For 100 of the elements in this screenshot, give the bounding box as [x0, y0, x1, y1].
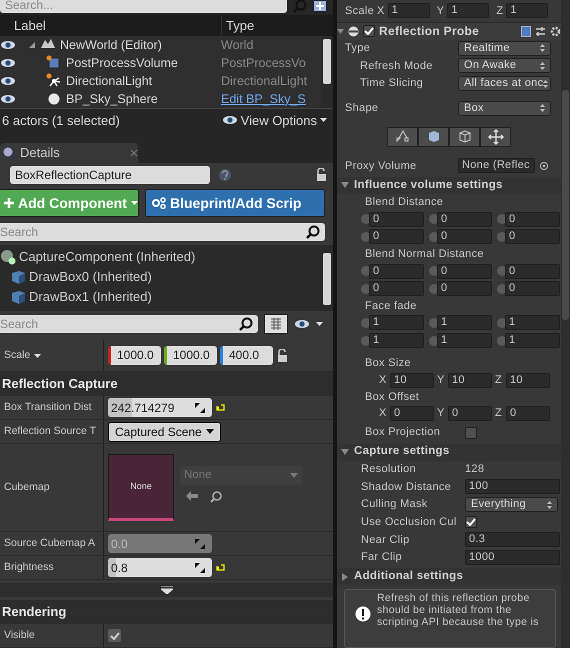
actor-label[interactable]: BP_Sky_Sphere	[66, 90, 158, 109]
collapse-arrow-icon[interactable]	[341, 448, 349, 456]
number-field[interactable]: 1	[505, 333, 560, 348]
sphere-icon	[0, 249, 16, 265]
edit-link[interactable]: Edit BP_Sky_S	[221, 92, 306, 106]
visibility-icon[interactable]	[0, 75, 16, 88]
number-field[interactable]: 1	[369, 333, 424, 348]
check-icon	[364, 27, 374, 36]
number-field[interactable]: 0	[369, 281, 424, 296]
source-dropdown[interactable]: Captured Scene	[108, 422, 221, 442]
number-field[interactable]: 0	[437, 281, 492, 296]
column-header[interactable]: Label	[14, 16, 46, 36]
number-field[interactable]: 0	[369, 212, 424, 227]
edit-cube-button[interactable]	[449, 127, 480, 148]
number-field[interactable]: 242.714279	[108, 398, 212, 417]
dropdown[interactable]: Realtime	[458, 40, 551, 56]
add-icon[interactable]	[313, 1, 327, 13]
settings-icon[interactable]	[550, 26, 561, 37]
column-header[interactable]: Type	[226, 18, 254, 33]
visibility-icon[interactable]	[0, 39, 16, 52]
eye-icon[interactable]	[294, 318, 310, 330]
grid-view-icon[interactable]	[264, 314, 288, 334]
back-arrow-icon[interactable]	[186, 491, 198, 501]
scrollbar-thumb[interactable]	[562, 90, 569, 320]
actor-label[interactable]: NewWorld (Editor)	[60, 36, 162, 55]
component-item[interactable]: DrawBox0 (Inherited)	[0, 267, 321, 287]
caret-icon	[130, 201, 138, 205]
number-field[interactable]: 1	[505, 315, 560, 330]
dropdown[interactable]: Box	[458, 100, 551, 116]
component-item[interactable]: CaptureComponent (Inherited)	[0, 247, 321, 267]
plus-icon	[4, 198, 14, 208]
number-field[interactable]: 1	[437, 333, 492, 348]
number-field[interactable]: 0	[369, 264, 424, 278]
number-field[interactable]: 0	[505, 264, 560, 278]
dropdown[interactable]: All faces at onc	[458, 76, 551, 92]
enable-checkbox[interactable]	[363, 25, 375, 38]
eye-icon	[222, 114, 238, 126]
visibility-icon[interactable]	[0, 93, 16, 106]
number-field[interactable]: 1	[437, 315, 492, 330]
close-icon[interactable]	[130, 149, 138, 158]
number-field[interactable]: 0	[505, 281, 560, 296]
blueprint-button[interactable]: Blueprint/Add Scrip	[145, 189, 325, 217]
number-field[interactable]: 0	[437, 212, 492, 227]
details-tab[interactable]: Details	[0, 143, 138, 163]
scale-field[interactable]: 1000.0	[108, 346, 161, 365]
lock-icon[interactable]	[315, 168, 327, 182]
number-field[interactable]: 100	[465, 479, 560, 494]
help-icon[interactable]	[218, 168, 232, 182]
checkbox[interactable]	[465, 426, 477, 439]
edit-bounds-button[interactable]	[387, 127, 418, 148]
number-field[interactable]: 10	[390, 372, 434, 388]
number-field[interactable]: 1000	[465, 550, 560, 565]
number-field[interactable]: 0	[437, 229, 492, 244]
number-field[interactable]: 1	[506, 3, 548, 18]
browse-icon[interactable]	[210, 491, 222, 503]
property-label: Type	[345, 41, 372, 56]
number-field[interactable]: 0	[506, 406, 550, 422]
lock-icon[interactable]	[276, 348, 288, 362]
name-field[interactable]: BoxReflectionCapture	[10, 166, 210, 184]
edit-volume-button[interactable]	[418, 127, 449, 148]
reset-icon[interactable]	[216, 404, 225, 411]
collapse-arrow-icon[interactable]	[341, 181, 349, 190]
scale-field[interactable]: 400.0	[220, 346, 273, 365]
property-label: Far Clip	[361, 550, 403, 566]
number-field[interactable]: 10	[448, 372, 492, 388]
checkbox[interactable]	[108, 629, 121, 642]
number-field[interactable]: 10	[506, 372, 550, 388]
number-field[interactable]: 0	[437, 264, 492, 278]
component-item[interactable]: DrawBox1 (Inherited)	[0, 287, 321, 307]
actor-label[interactable]: DirectionalLight	[66, 72, 152, 91]
number-field[interactable]: 0	[369, 229, 424, 244]
help-text: Refresh of this reflection probe should be initiated from the scripting API because the type is	[377, 592, 540, 630]
scrollbar-thumb[interactable]	[323, 253, 331, 305]
number-field[interactable]: 0.3	[465, 532, 560, 548]
number-field[interactable]: 1	[369, 315, 424, 330]
number-field[interactable]: 1	[388, 3, 430, 18]
expand-arrow-icon[interactable]	[28, 41, 36, 50]
number-field[interactable]: 0	[505, 229, 560, 244]
visibility-icon[interactable]	[0, 57, 16, 70]
preset-icon[interactable]	[535, 26, 546, 37]
cubemap-thumbnail[interactable]: None	[108, 454, 174, 521]
object-picker-icon[interactable]	[539, 160, 549, 171]
actor-label[interactable]: PostProcessVolume	[66, 54, 178, 73]
number-field[interactable]: 0	[505, 212, 560, 227]
caret-icon[interactable]	[34, 354, 42, 358]
dropdown[interactable]: On Awake	[458, 58, 551, 74]
view-options-button[interactable]: View Options	[222, 110, 327, 130]
checkbox[interactable]	[465, 516, 477, 528]
number-field[interactable]: 0	[448, 406, 492, 422]
scrollbar-thumb[interactable]	[323, 39, 331, 84]
number-field[interactable]: 1	[447, 3, 490, 18]
caret-icon[interactable]	[316, 322, 323, 326]
scale-field[interactable]: 1000.0	[164, 346, 217, 365]
number-field[interactable]: 0	[390, 406, 434, 422]
number-field[interactable]: 0.8	[108, 558, 212, 577]
expand-arrow-icon[interactable]	[160, 586, 172, 594]
object-field[interactable]: None (Reflec	[458, 158, 535, 174]
dropdown[interactable]: Everything	[465, 497, 558, 512]
move-button[interactable]	[480, 127, 511, 148]
reset-icon[interactable]	[216, 564, 225, 571]
